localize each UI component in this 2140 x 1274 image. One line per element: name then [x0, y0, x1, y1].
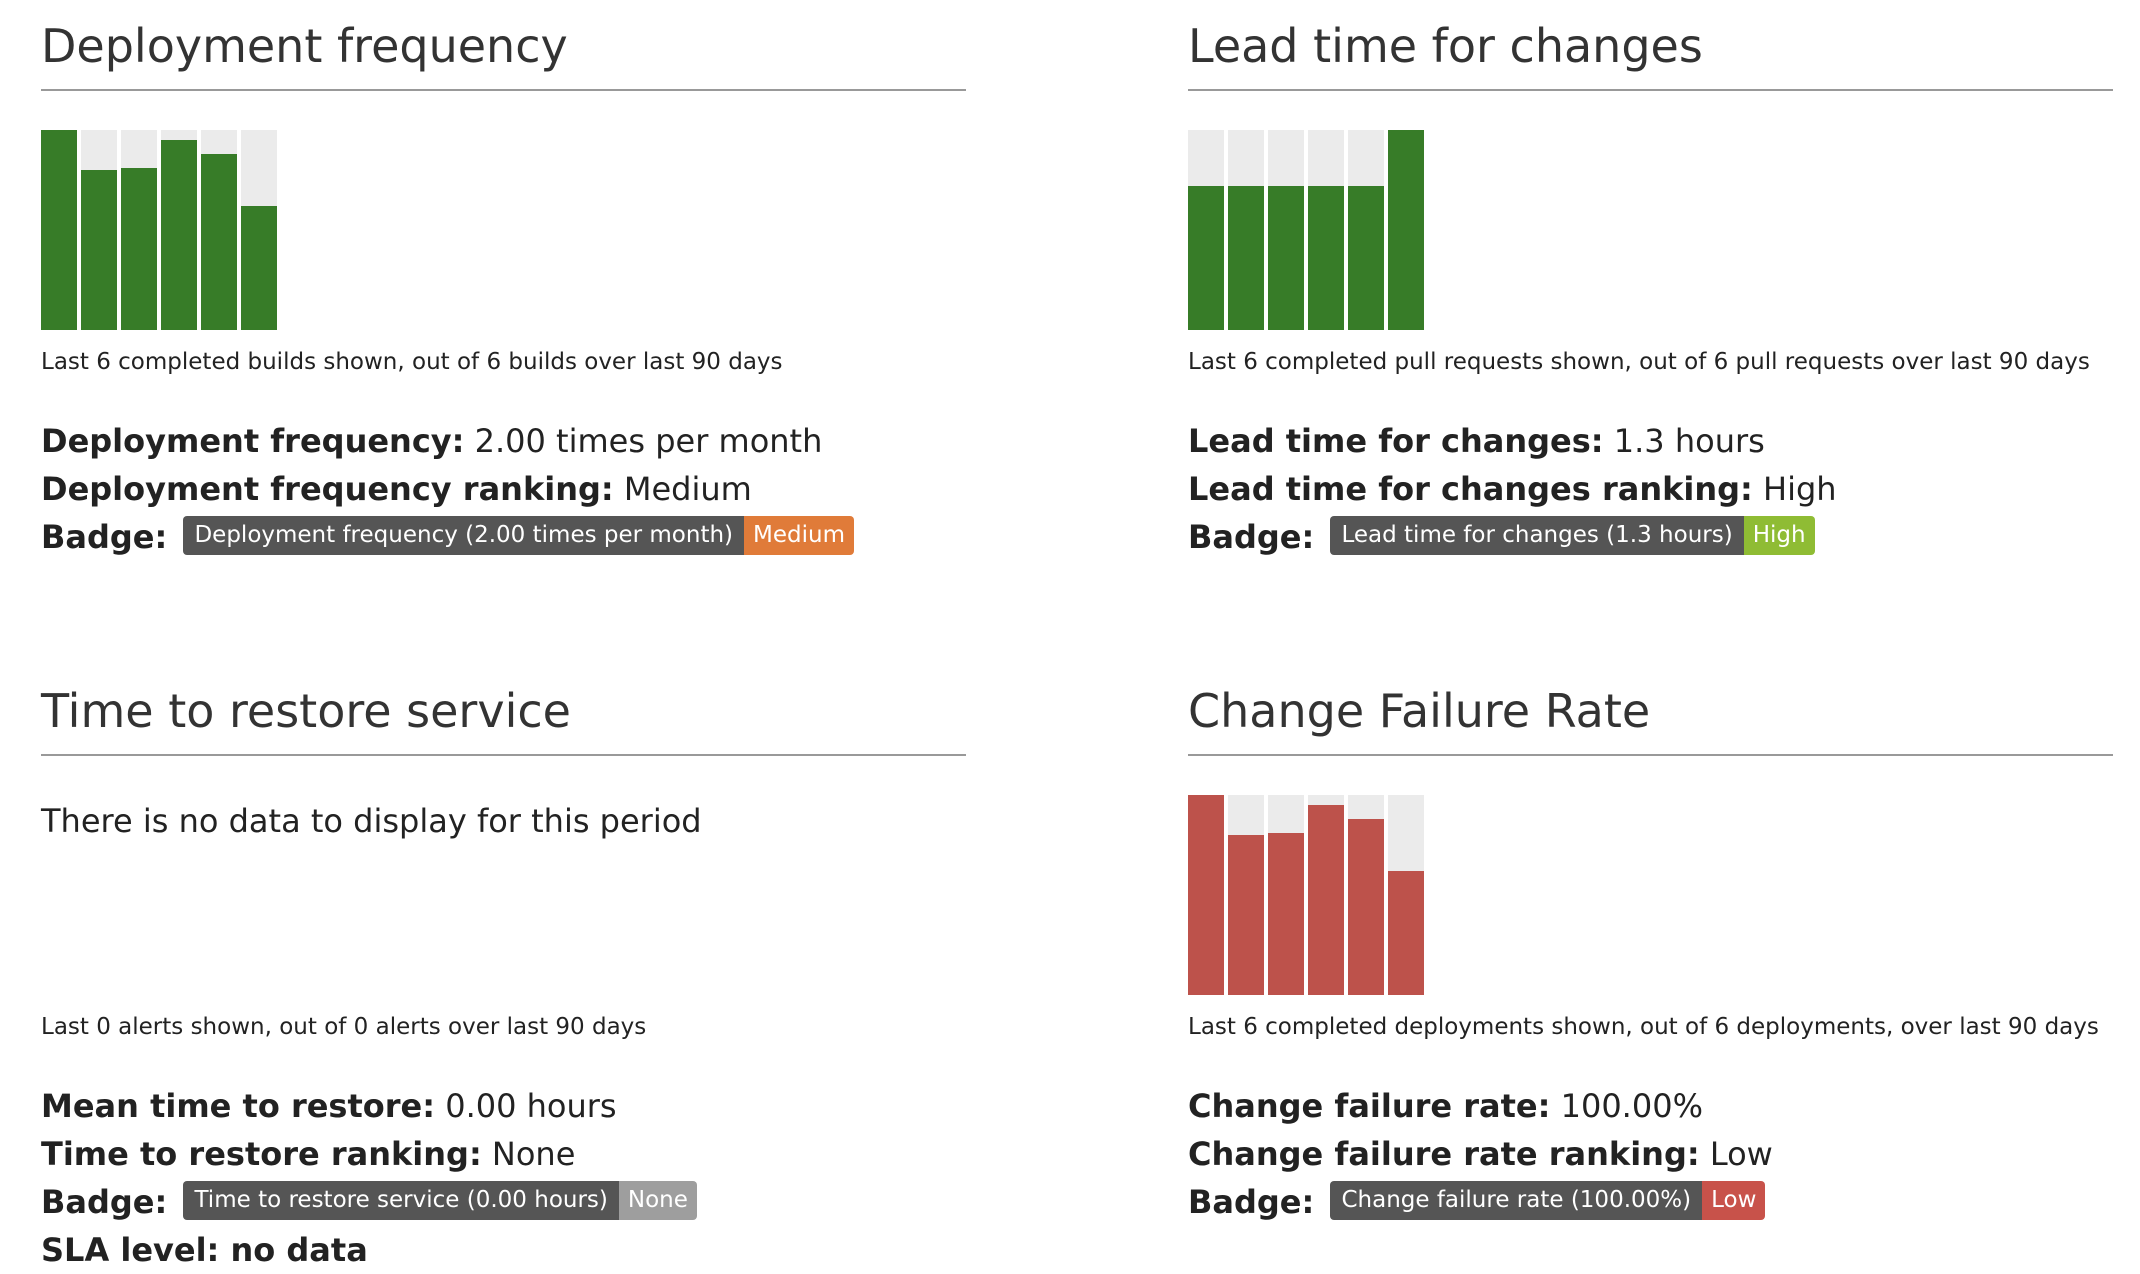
deployment-frequency-caption: Last 6 completed builds shown, out of 6 … — [41, 349, 783, 375]
deployment-bar-fill-5 — [201, 154, 237, 330]
failure-bar-fill-3 — [1268, 833, 1304, 995]
leadtime-bar-5[interactable] — [1348, 130, 1384, 330]
deployment-bar-fill-6 — [241, 206, 277, 330]
leadtime-bar-fill-1 — [1188, 186, 1224, 330]
leadtime-bar-3[interactable] — [1268, 130, 1304, 330]
change-failure-rate-title: Change Failure Rate — [1188, 680, 2113, 756]
deployment-frequency-badge[interactable]: Deployment frequency (2.00 times per mon… — [183, 515, 854, 555]
lead-time-ranking: Lead time for changes ranking: High — [1188, 470, 1837, 508]
lead-time-metric: Lead time for changes: 1.3 hours — [1188, 422, 1765, 460]
deployment-frequency-title: Deployment frequency — [41, 15, 966, 91]
failure-bar-1[interactable] — [1188, 795, 1224, 995]
change-failure-rate-chart — [1188, 795, 2113, 995]
failure-bar-fill-6 — [1388, 871, 1424, 995]
leadtime-bar-fill-3 — [1268, 186, 1304, 330]
time-to-restore-title: Time to restore service — [41, 680, 966, 756]
deployment-frequency-panel: Deployment frequency Last 6 completed bu… — [41, 15, 966, 561]
time-to-restore-ranking: Time to restore ranking: None — [41, 1135, 576, 1173]
deployment-bar-fill-4 — [161, 140, 197, 330]
mean-time-to-restore-metric: Mean time to restore: 0.00 hours — [41, 1087, 617, 1125]
deployment-bar-1[interactable] — [41, 130, 77, 330]
change-failure-rate-metric: Change failure rate: 100.00% — [1188, 1087, 1703, 1125]
time-to-restore-badge-row: Badge: Time to restore service (0.00 hou… — [41, 1178, 966, 1226]
lead-time-badge-row: Badge: Lead time for changes (1.3 hours)… — [1188, 513, 2113, 561]
failure-bar-fill-1 — [1188, 795, 1224, 995]
leadtime-bar-2[interactable] — [1228, 130, 1264, 330]
deployment-bar-2[interactable] — [81, 130, 117, 330]
lead-time-chart — [1188, 130, 2113, 330]
sla-level: SLA level: no data — [41, 1231, 368, 1269]
deployment-bar-5[interactable] — [201, 130, 237, 330]
deployment-frequency-badge-row: Badge: Deployment frequency (2.00 times … — [41, 513, 966, 561]
leadtime-bar-fill-2 — [1228, 186, 1264, 330]
deployment-bar-fill-2 — [81, 170, 117, 330]
deployment-bar-6[interactable] — [241, 130, 277, 330]
leadtime-bar-fill-6 — [1388, 130, 1424, 330]
change-failure-rate-caption: Last 6 completed deployments shown, out … — [1188, 1014, 2099, 1040]
lead-time-badge[interactable]: Lead time for changes (1.3 hours) High — [1330, 515, 1815, 555]
deployment-frequency-ranking: Deployment frequency ranking: Medium — [41, 470, 752, 508]
change-failure-rate-badge-row: Badge: Change failure rate (100.00%) Low — [1188, 1178, 2113, 1226]
lead-time-panel: Lead time for changes Last 6 completed p… — [1188, 15, 2113, 561]
deployment-bar-3[interactable] — [121, 130, 157, 330]
change-failure-rate-ranking: Change failure rate ranking: Low — [1188, 1135, 1773, 1173]
change-failure-rate-panel: Change Failure Rate Last 6 completed dep… — [1188, 680, 2113, 1226]
lead-time-caption: Last 6 completed pull requests shown, ou… — [1188, 349, 2090, 375]
deployment-frequency-metric: Deployment frequency: 2.00 times per mon… — [41, 422, 823, 460]
deployment-frequency-chart — [41, 130, 966, 330]
time-to-restore-badge[interactable]: Time to restore service (0.00 hours) None — [183, 1180, 697, 1220]
deployment-bar-fill-1 — [41, 130, 77, 330]
change-failure-rate-badge[interactable]: Change failure rate (100.00%) Low — [1330, 1180, 1766, 1220]
failure-bar-2[interactable] — [1228, 795, 1264, 995]
leadtime-bar-4[interactable] — [1308, 130, 1344, 330]
failure-bar-fill-5 — [1348, 819, 1384, 995]
leadtime-bar-1[interactable] — [1188, 130, 1224, 330]
deployment-bar-4[interactable] — [161, 130, 197, 330]
failure-bar-fill-2 — [1228, 835, 1264, 995]
failure-bar-6[interactable] — [1388, 795, 1424, 995]
deployment-bar-fill-3 — [121, 168, 157, 330]
failure-bar-4[interactable] — [1308, 795, 1344, 995]
leadtime-bar-6[interactable] — [1388, 130, 1424, 330]
time-to-restore-caption: Last 0 alerts shown, out of 0 alerts ove… — [41, 1014, 647, 1040]
lead-time-title: Lead time for changes — [1188, 15, 2113, 91]
failure-bar-3[interactable] — [1268, 795, 1304, 995]
no-data-message: There is no data to display for this per… — [41, 802, 702, 840]
time-to-restore-panel: Time to restore service There is no data… — [41, 680, 966, 1274]
leadtime-bar-fill-4 — [1308, 186, 1344, 330]
failure-bar-5[interactable] — [1348, 795, 1384, 995]
failure-bar-fill-4 — [1308, 805, 1344, 995]
leadtime-bar-fill-5 — [1348, 186, 1384, 330]
